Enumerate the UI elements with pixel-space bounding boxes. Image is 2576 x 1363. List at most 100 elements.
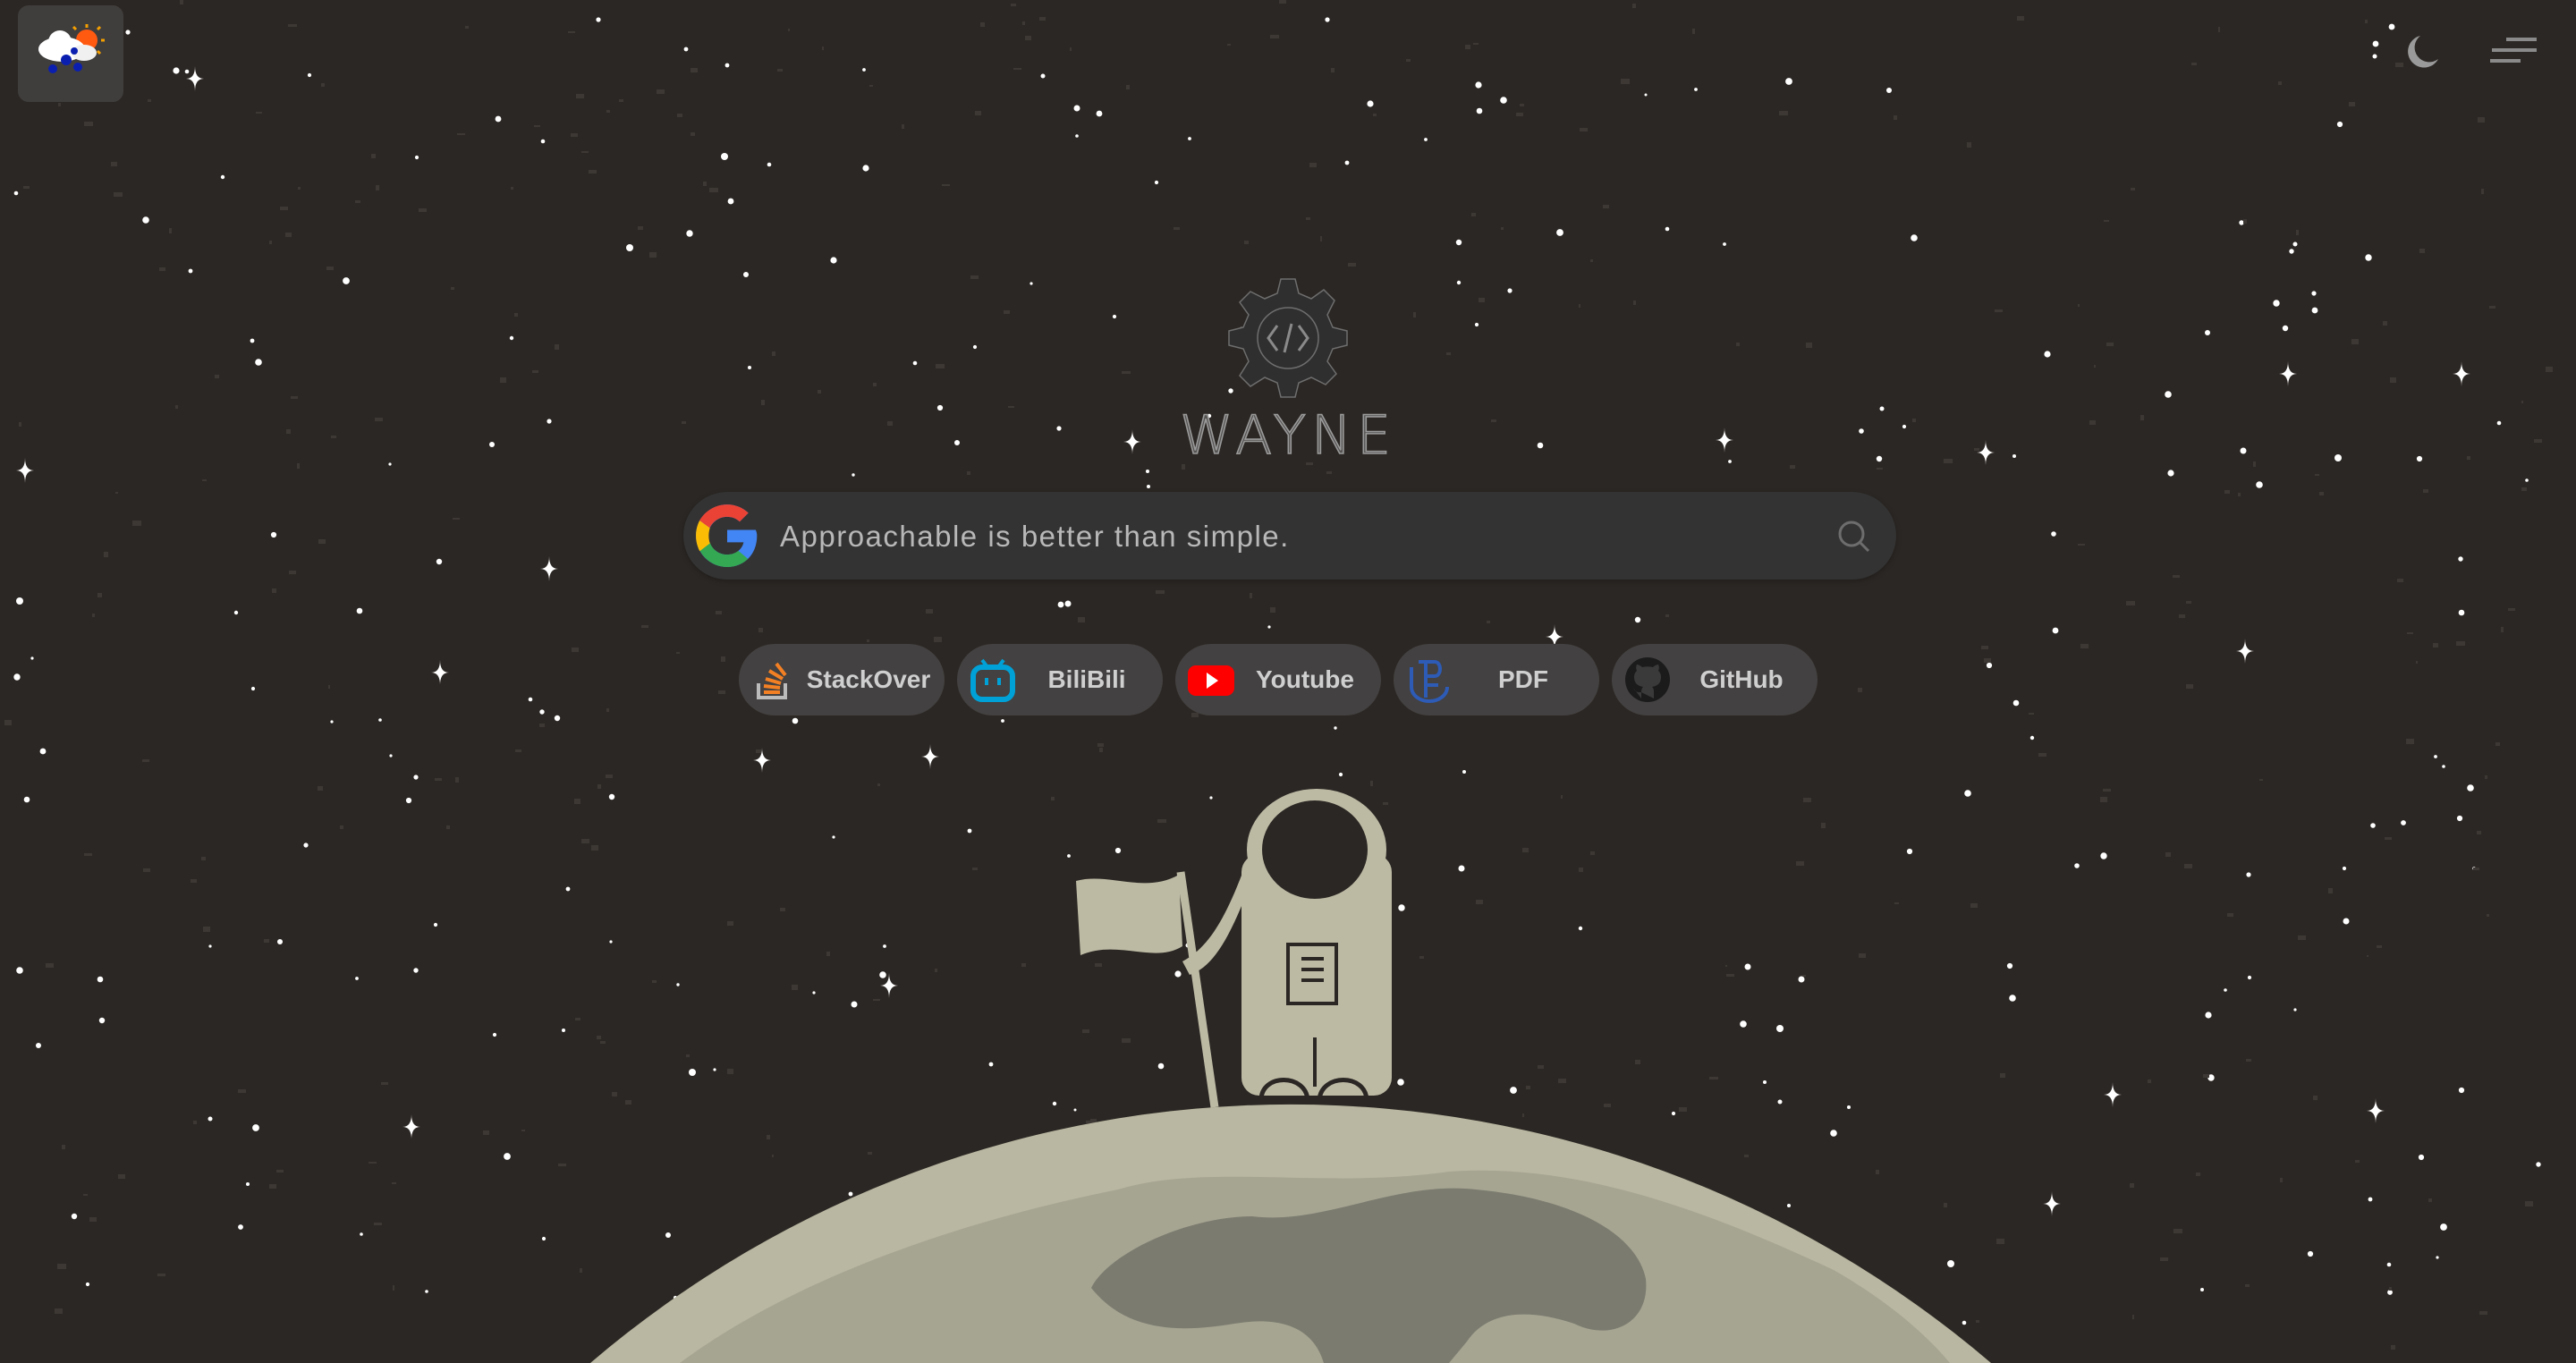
star [489,442,495,447]
dust-speck [869,85,873,87]
hamburger-menu-icon[interactable] [2490,34,2537,66]
star [2401,820,2406,825]
star [1798,976,1805,983]
dust-speck [1561,795,1563,799]
dust-speck [1974,448,1979,451]
star [2467,784,2474,792]
dust-speck [1097,743,1104,747]
rain-sun-weather-icon [38,24,105,73]
weather-button[interactable] [18,5,123,102]
dust-speck [606,775,613,778]
star [721,153,728,160]
star [173,67,180,74]
quick-link-github[interactable]: GitHub [1612,644,1818,715]
quick-link-pdf[interactable]: PDF [1394,644,1599,715]
star [1510,1087,1517,1094]
star [1334,726,1337,730]
star [1075,134,1079,138]
dust-speck [877,783,880,786]
dust-speck [1022,21,1025,25]
dust-speck [1806,343,1812,348]
star [250,686,256,691]
search-input[interactable] [778,508,1784,565]
dust-speck [419,208,427,212]
star [2052,627,2059,634]
dust-speck [2296,230,2299,235]
theme-toggle-button[interactable] [2404,34,2444,70]
star [30,656,34,660]
dust-speck [2173,575,2180,578]
dust-speck [1526,1086,1530,1089]
dust-speck [1976,1320,1979,1323]
dust-speck [238,1089,246,1093]
quick-link-label: StackOver [806,665,931,693]
star [2458,609,2465,616]
dust-speck [1635,1060,1640,1064]
dust-speck [1320,236,1322,241]
star [16,967,23,974]
dust-speck [285,233,292,237]
dust-speck [649,252,657,258]
star [2029,735,2035,741]
dust-speck [297,463,300,469]
dust-speck [1465,45,1470,49]
dust-speck [1709,1077,1718,1079]
dust-speck [2496,742,2500,746]
star [1040,73,1046,79]
dust-speck [1580,128,1588,131]
dust-speck [2328,888,2333,893]
dust-speck [2131,188,2135,190]
dust-speck [2377,945,2382,948]
star [1397,1079,1404,1086]
star [2416,455,2423,462]
dust-speck [591,845,598,851]
star [1114,847,1122,854]
dust-speck [1122,371,1131,374]
dust-speck [375,418,383,421]
dust-speck [1803,798,1811,802]
star [748,366,751,369]
dust-speck [511,187,513,190]
dust-speck [355,200,360,203]
dust-speck [114,192,123,197]
star [883,944,886,948]
sparkle-star [2236,639,2254,664]
quick-link-bilibili[interactable]: BiliBili [957,644,1163,715]
google-icon[interactable] [692,501,762,571]
dust-speck [2243,219,2247,224]
quick-link-stackoverflow[interactable]: StackOver [739,644,945,715]
dust-speck [1157,819,1166,823]
dust-speck [2186,684,2193,689]
dust-speck [1051,797,1055,800]
dust-speck [2029,713,2034,715]
star [504,1153,511,1160]
dust-speck [625,1100,631,1105]
dust-speck [1877,468,1883,470]
dust-speck [2160,1257,2168,1261]
dust-speck [1406,59,1411,62]
star [1906,848,1913,855]
dust-speck [589,170,597,174]
star [565,886,571,892]
dust-speck [1021,963,1026,967]
star [2440,1223,2447,1231]
dust-speck [272,588,276,593]
dust-speck [873,383,877,386]
dust-speck [718,690,725,694]
dust-speck [2521,487,2527,491]
dust-speck [2186,601,2191,604]
dust-speck [1516,113,1523,116]
star [425,1290,428,1293]
dust-speck [576,94,584,98]
star [16,597,23,605]
star [246,1182,250,1186]
dust-speck [2000,1073,2005,1078]
star [2458,556,2463,562]
dust-speck [457,133,465,135]
dust-speck [2508,608,2515,611]
dust-speck [2078,304,2080,307]
quick-link-youtube[interactable]: Youtube [1175,644,1381,715]
magnifier-icon[interactable] [1837,520,1871,554]
dust-speck [2245,1284,2250,1287]
bilibili-icon [970,658,1015,702]
